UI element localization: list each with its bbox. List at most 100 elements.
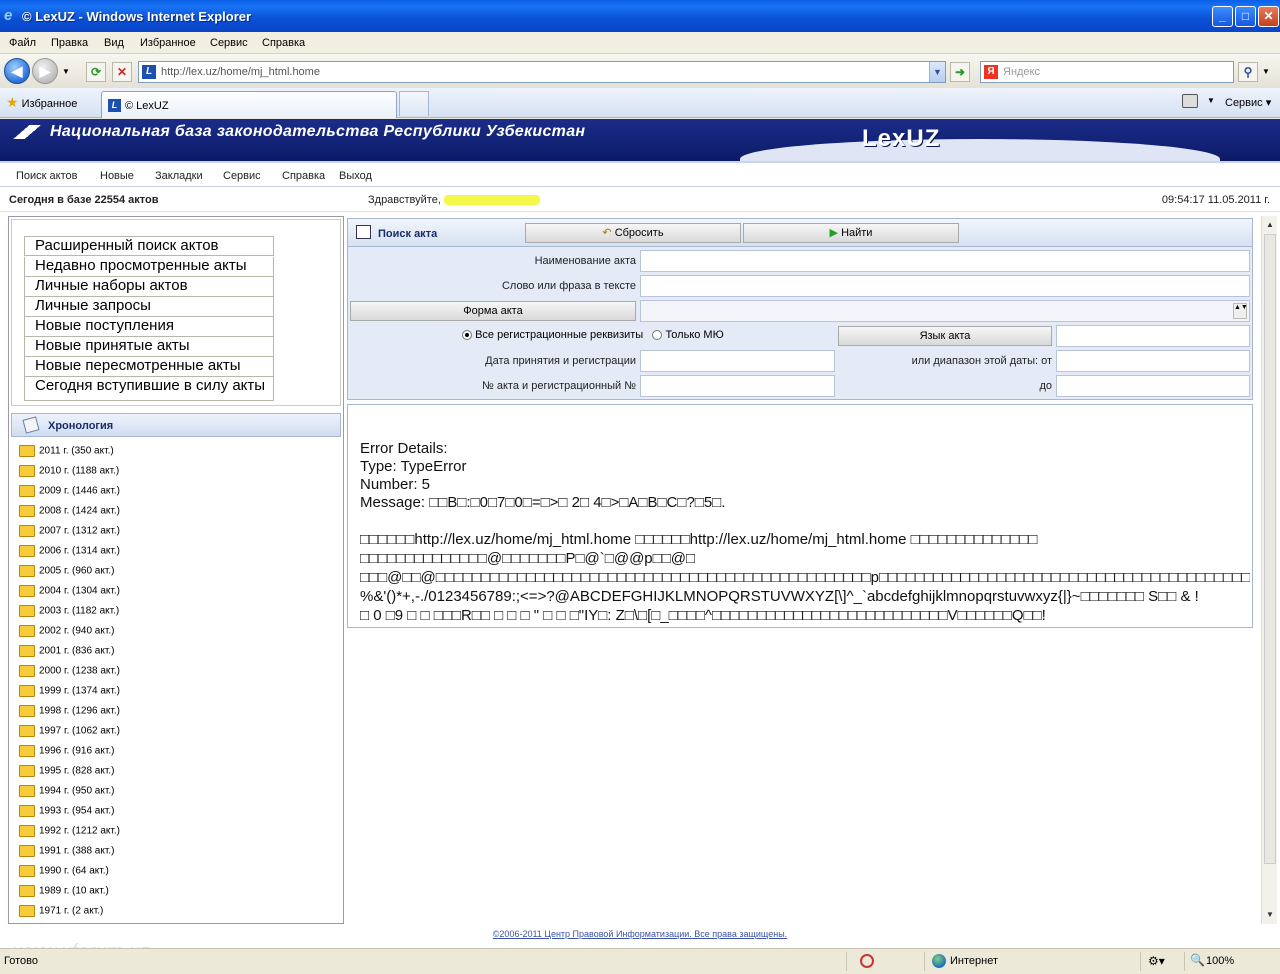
error-details-panel: Error Details: Type: TypeError Number: 5… bbox=[347, 404, 1253, 628]
menu-personal-sets[interactable]: Личные наборы актов bbox=[24, 277, 274, 297]
chronology-year-item[interactable]: 2009 г. (1446 акт.) bbox=[19, 485, 120, 501]
chronology-year-item[interactable]: 2001 г. (836 акт.) bbox=[19, 645, 114, 661]
chronology-year-item[interactable]: 2005 г. (960 акт.) bbox=[19, 565, 114, 581]
address-dropdown-icon[interactable]: ▼ bbox=[929, 62, 945, 82]
form-type-select[interactable]: ▲▼ bbox=[640, 300, 1250, 322]
language-button[interactable]: Язык акта bbox=[838, 326, 1052, 346]
chronology-year-item[interactable]: 1999 г. (1374 акт.) bbox=[19, 685, 120, 701]
menu-edit[interactable]: Правка bbox=[51, 37, 88, 49]
nav-new[interactable]: Новые bbox=[100, 170, 134, 182]
new-tab-button[interactable] bbox=[399, 91, 429, 116]
zoom-level[interactable]: 100% bbox=[1206, 955, 1234, 967]
chronology-year-item[interactable]: 1990 г. (64 акт.) bbox=[19, 865, 109, 881]
back-button[interactable]: ◀ bbox=[4, 58, 30, 84]
chronology-year-item[interactable]: 1991 г. (388 акт.) bbox=[19, 845, 114, 861]
redacted-username bbox=[443, 195, 540, 206]
chronology-year-item[interactable]: 2011 г. (350 акт.) bbox=[19, 445, 114, 461]
chronology-year-item[interactable]: 1993 г. (954 акт.) bbox=[19, 805, 114, 821]
search-field[interactable]: Я Яндекс bbox=[980, 61, 1234, 83]
chronology-year-item[interactable]: 1971 г. (2 акт.) bbox=[19, 905, 103, 921]
form-type-button[interactable]: Форма акта bbox=[350, 301, 636, 321]
tab-label: © LexUZ bbox=[125, 100, 169, 112]
stop-button[interactable]: ✕ bbox=[112, 62, 132, 82]
scroll-thumb[interactable] bbox=[1264, 234, 1276, 864]
chronology-year-label: 2005 г. (960 акт.) bbox=[39, 565, 115, 577]
tab-lexuz[interactable]: L © LexUZ bbox=[101, 91, 397, 118]
radio-all-button[interactable] bbox=[462, 330, 472, 341]
go-button[interactable]: ➜ bbox=[950, 62, 970, 82]
chronology-year-item[interactable]: 1996 г. (916 акт.) bbox=[19, 745, 114, 761]
radio-all-label[interactable]: Все регистрационные реквизиты bbox=[475, 329, 643, 341]
menu-tools[interactable]: Сервис bbox=[210, 37, 248, 49]
radio-mju-label[interactable]: Только МЮ bbox=[665, 329, 723, 341]
menu-new-revised[interactable]: Новые пересмотренные акты bbox=[24, 357, 274, 377]
search-placeholder[interactable]: Яндекс bbox=[1003, 66, 1040, 78]
reset-button[interactable]: ↶ Сбросить bbox=[525, 223, 741, 243]
printer-icon[interactable] bbox=[1182, 94, 1198, 108]
menu-new-adopted[interactable]: Новые принятые акты bbox=[24, 337, 274, 357]
scroll-up-icon[interactable]: ▲ bbox=[1264, 218, 1276, 232]
nav-search-acts[interactable]: Поиск актов bbox=[16, 170, 77, 182]
tools-button[interactable]: Сервис ▾ bbox=[1225, 96, 1271, 109]
menu-help[interactable]: Справка bbox=[262, 37, 305, 49]
menu-recently-viewed[interactable]: Недавно просмотренные акты bbox=[24, 257, 274, 277]
nav-service[interactable]: Сервис bbox=[223, 170, 261, 182]
date-input[interactable] bbox=[640, 350, 835, 372]
zoom-icon[interactable]: 🔍 bbox=[1190, 953, 1205, 967]
chronology-year-item[interactable]: 2002 г. (940 акт.) bbox=[19, 625, 114, 641]
search-icon[interactable]: ⚲ bbox=[1238, 62, 1258, 82]
menu-personal-queries[interactable]: Личные запросы bbox=[24, 297, 274, 317]
menu-file[interactable]: Файл bbox=[9, 37, 36, 49]
date-to-input[interactable] bbox=[1056, 375, 1250, 397]
quick-menu: Расширенный поиск актов Недавно просмотр… bbox=[11, 219, 341, 406]
date-from-input[interactable] bbox=[1056, 350, 1250, 372]
site-banner: Национальная база законодательства Респу… bbox=[0, 119, 1280, 161]
menu-favorites[interactable]: Избранное bbox=[140, 37, 196, 49]
chronology-year-item[interactable]: 2006 г. (1314 акт.) bbox=[19, 545, 120, 561]
chronology-year-item[interactable]: 2000 г. (1238 акт.) bbox=[19, 665, 120, 681]
search-options-icon[interactable]: ▼ bbox=[1262, 67, 1270, 76]
forward-button[interactable]: ▶ bbox=[32, 58, 58, 84]
chronology-year-item[interactable]: 1994 г. (950 акт.) bbox=[19, 785, 114, 801]
menu-view[interactable]: Вид bbox=[104, 37, 124, 49]
chronology-year-item[interactable]: 1989 г. (10 акт.) bbox=[19, 885, 109, 901]
page-scrollbar[interactable]: ▲ ▼ bbox=[1261, 216, 1277, 924]
protected-mode-icon[interactable]: ⚙▾ bbox=[1148, 954, 1165, 968]
chronology-year-item[interactable]: 1998 г. (1296 акт.) bbox=[19, 705, 120, 721]
close-button[interactable]: ✕ bbox=[1258, 6, 1279, 27]
status-divider bbox=[1140, 952, 1141, 971]
chronology-year-item[interactable]: 2010 г. (1188 акт.) bbox=[19, 465, 119, 481]
popup-blocker-icon[interactable] bbox=[860, 954, 874, 968]
chronology-year-item[interactable]: 1992 г. (1212 акт.) bbox=[19, 825, 120, 841]
refresh-button[interactable]: ⟳ bbox=[86, 62, 106, 82]
chronology-year-item[interactable]: 1995 г. (828 акт.) bbox=[19, 765, 114, 781]
print-dropdown-icon[interactable]: ▼ bbox=[1207, 96, 1215, 105]
internet-zone-icon bbox=[932, 954, 946, 968]
scroll-down-icon[interactable]: ▼ bbox=[1264, 908, 1276, 922]
menu-new-arrivals[interactable]: Новые поступления bbox=[24, 317, 274, 337]
menu-advanced-search[interactable]: Расширенный поиск актов bbox=[24, 236, 274, 256]
history-dropdown-icon[interactable]: ▼ bbox=[62, 67, 70, 76]
address-field[interactable]: L http://lex.uz/home/mj_html.home ▼ bbox=[138, 61, 946, 83]
chronology-year-item[interactable]: 2004 г. (1304 акт.) bbox=[19, 585, 120, 601]
minimize-button[interactable]: _ bbox=[1212, 6, 1233, 27]
chronology-year-item[interactable]: 1997 г. (1062 акт.) bbox=[19, 725, 120, 741]
footer-copyright[interactable]: ©2006-2011 Центр Правовой Информатизации… bbox=[0, 929, 1280, 939]
name-input[interactable] bbox=[640, 250, 1250, 272]
nav-bookmarks[interactable]: Закладки bbox=[155, 170, 203, 182]
chronology-year-item[interactable]: 2008 г. (1424 акт.) bbox=[19, 505, 120, 521]
number-input[interactable] bbox=[640, 375, 835, 397]
spinner-icon[interactable]: ▲▼ bbox=[1233, 303, 1248, 319]
radio-mju-button[interactable] bbox=[652, 330, 663, 341]
chronology-year-item[interactable]: 2007 г. (1312 акт.) bbox=[19, 525, 120, 541]
phrase-input[interactable] bbox=[640, 275, 1250, 297]
maximize-button[interactable]: □ bbox=[1235, 6, 1256, 27]
menu-in-force-today[interactable]: Сегодня вступившие в силу акты bbox=[24, 377, 274, 401]
find-button[interactable]: ▶ Найти bbox=[743, 223, 959, 243]
language-input[interactable] bbox=[1056, 325, 1250, 347]
nav-exit[interactable]: Выход bbox=[339, 170, 372, 182]
nav-help[interactable]: Справка bbox=[282, 170, 325, 182]
chronology-year-item[interactable]: 2003 г. (1182 акт.) bbox=[19, 605, 119, 621]
favorites-button[interactable]: ★ Избранное bbox=[6, 94, 77, 111]
address-url[interactable]: http://lex.uz/home/mj_html.home bbox=[161, 66, 320, 78]
